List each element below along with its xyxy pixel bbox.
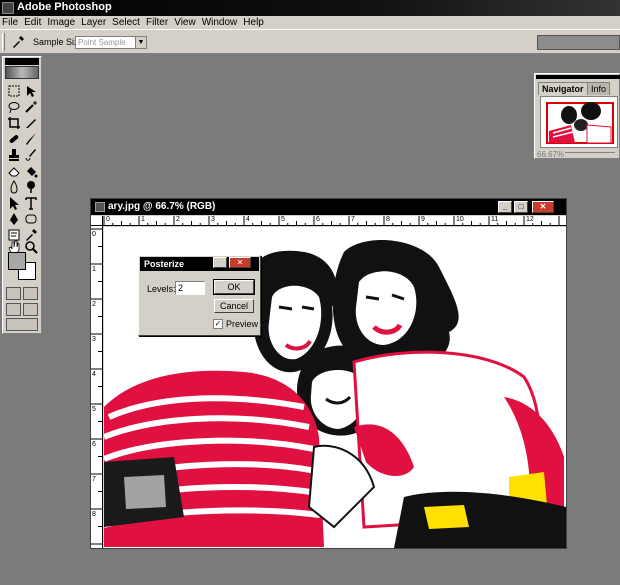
ruler-h-label: 0 <box>106 216 110 223</box>
document-icon <box>95 202 105 212</box>
levels-label: Levels: <box>147 284 176 294</box>
move-icon[interactable] <box>23 83 39 99</box>
ruler-v-label: 7 <box>92 476 96 483</box>
eraser-icon[interactable] <box>6 163 22 179</box>
screen-mode-full-button[interactable] <box>23 303 38 316</box>
ruler-v-label: 1 <box>92 266 96 273</box>
close-icon[interactable]: ✕ <box>229 257 251 268</box>
navigator-zoom-slider[interactable] <box>565 152 615 157</box>
menu-select[interactable]: Select <box>109 16 143 29</box>
ruler-v-label: 3 <box>92 336 96 343</box>
navigator-header[interactable] <box>536 75 620 79</box>
toolbox <box>2 56 42 334</box>
navigator-thumbnail[interactable] <box>540 96 618 148</box>
ruler-v-label: 5 <box>92 406 96 413</box>
ruler-h-label: 2 <box>176 216 180 223</box>
type-icon[interactable] <box>23 195 39 211</box>
menu-edit[interactable]: Edit <box>21 16 44 29</box>
minimize-icon[interactable]: _ <box>498 201 512 213</box>
menu-help[interactable]: Help <box>240 16 267 29</box>
sample-size-value: Point Sample <box>78 38 126 47</box>
ruler-h-label: 11 <box>491 216 499 223</box>
ruler-h-label: 8 <box>386 216 390 223</box>
marquee-icon[interactable] <box>6 83 22 99</box>
ruler-h-label: 3 <box>211 216 215 223</box>
photoshop-app-icon <box>2 2 14 14</box>
menu-bar: File Edit Image Layer Select Filter View Window… <box>0 16 620 29</box>
navigator-palette: Navigator Info 66.67% <box>534 73 620 159</box>
tab-info[interactable]: Info <box>587 82 611 95</box>
shape-icon[interactable] <box>23 211 39 227</box>
menu-view[interactable]: View <box>171 16 199 29</box>
ruler-v-label: 8 <box>92 511 96 518</box>
ruler-h-label: 10 <box>456 216 464 223</box>
lasso-icon[interactable] <box>6 99 22 115</box>
options-bar: Sample Size: Point Sample ▼ <box>0 29 620 54</box>
dodge-icon[interactable] <box>23 179 39 195</box>
jump-to-imageready-button[interactable] <box>6 318 38 331</box>
close-icon[interactable]: ✕ <box>532 201 554 213</box>
app-titlebar: Adobe Photoshop <box>0 0 620 16</box>
menu-filter[interactable]: Filter <box>143 16 171 29</box>
ruler-v-label: 4 <box>92 371 96 378</box>
vertical-ruler[interactable]: 0 1 2 3 4 5 6 7 8 <box>91 226 103 548</box>
slice-icon[interactable] <box>23 115 39 131</box>
foreground-color-swatch[interactable] <box>8 252 26 270</box>
sample-size-select[interactable]: Point Sample ▼ <box>75 36 147 49</box>
levels-input[interactable]: 2 <box>175 281 205 295</box>
paint-bucket-icon[interactable] <box>23 163 39 179</box>
menu-layer[interactable]: Layer <box>78 16 109 29</box>
ruler-v-label: 0 <box>92 231 96 238</box>
document-titlebar[interactable]: ary.jpg @ 66.7% (RGB) _ □ ✕ <box>91 199 566 215</box>
document-title: ary.jpg @ 66.7% (RGB) <box>108 201 216 212</box>
ruler-h-label: 5 <box>281 216 285 223</box>
maximize-icon[interactable]: □ <box>514 201 528 213</box>
eyedropper-icon[interactable] <box>10 34 26 50</box>
document-window: ary.jpg @ 66.7% (RGB) _ □ ✕ 0 1 2 3 4 5 … <box>90 198 567 549</box>
ruler-h-label: 7 <box>351 216 355 223</box>
healing-brush-icon[interactable] <box>6 131 22 147</box>
app-title: Adobe Photoshop <box>17 1 112 13</box>
ruler-h-label: 4 <box>246 216 250 223</box>
clone-stamp-icon[interactable] <box>6 147 22 163</box>
ruler-v-label: 2 <box>92 301 96 308</box>
screen-mode-standard-button[interactable] <box>6 303 21 316</box>
preview-checkbox[interactable]: ✓ <box>213 319 223 329</box>
path-selection-icon[interactable] <box>6 195 22 211</box>
photoshop-logo[interactable] <box>5 66 39 79</box>
quick-mask-button[interactable] <box>23 287 38 300</box>
menu-image[interactable]: Image <box>44 16 78 29</box>
ruler-v-label: 6 <box>92 441 96 448</box>
blur-icon[interactable] <box>6 179 22 195</box>
magic-wand-icon[interactable] <box>23 99 39 115</box>
standard-mode-button[interactable] <box>6 287 21 300</box>
ruler-h-label: 1 <box>141 216 145 223</box>
ok-button[interactable]: OK <box>213 279 255 295</box>
tab-navigator[interactable]: Navigator <box>538 82 588 95</box>
posterize-title: Posterize <box>144 259 185 269</box>
ruler-h-label: 9 <box>421 216 425 223</box>
chevron-down-icon: ▼ <box>135 37 146 48</box>
cancel-button[interactable]: Cancel <box>214 299 254 313</box>
preview-label: Preview <box>226 319 259 329</box>
posterize-dialog: Posterize ✕ Levels: 2 OK Cancel ✓ Previe… <box>138 255 261 336</box>
history-brush-icon[interactable] <box>23 147 39 163</box>
options-bar-grip[interactable] <box>2 33 5 51</box>
menu-window[interactable]: Window <box>199 16 241 29</box>
navigator-zoom-value[interactable]: 66.67% <box>537 150 564 159</box>
checkmark-icon: ✓ <box>214 319 222 328</box>
toolbox-header[interactable] <box>5 58 39 65</box>
palette-well[interactable] <box>537 35 620 50</box>
horizontal-ruler[interactable]: 0 1 2 3 4 5 6 7 8 9 10 11 12 <box>103 216 566 226</box>
pen-icon[interactable] <box>6 211 22 227</box>
brush-icon[interactable] <box>23 131 39 147</box>
crop-icon[interactable] <box>6 115 22 131</box>
ruler-h-label: 6 <box>316 216 320 223</box>
ruler-h-label: 12 <box>526 216 534 223</box>
ruler-origin[interactable] <box>91 216 103 226</box>
menu-file[interactable]: File <box>0 16 21 29</box>
minimize-icon[interactable] <box>213 257 227 268</box>
